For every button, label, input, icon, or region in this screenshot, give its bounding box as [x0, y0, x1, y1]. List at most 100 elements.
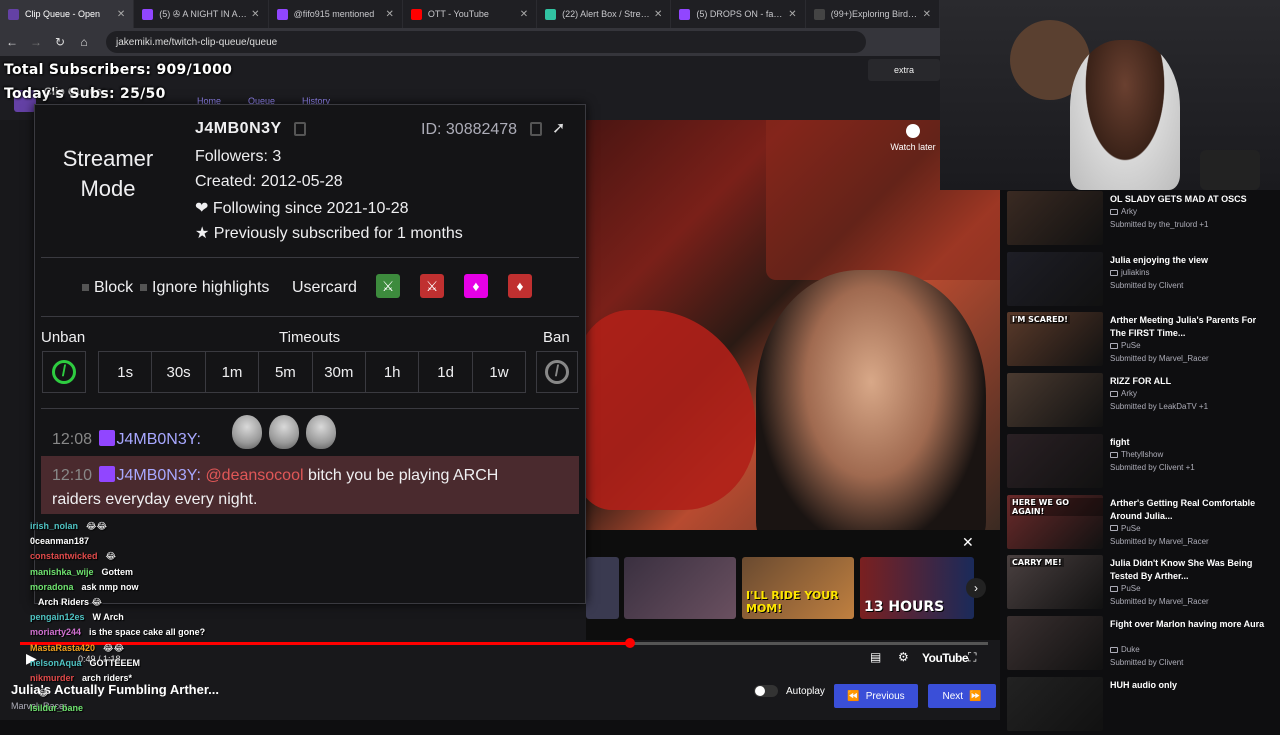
browser-tab[interactable]: OTT - YouTube ✕	[403, 0, 538, 28]
queue-thumbnail[interactable]	[1007, 251, 1103, 306]
gear-icon[interactable]: ⚙	[898, 650, 909, 664]
fullscreen-icon[interactable]: ⛶	[968, 650, 976, 665]
previous-button[interactable]: ⏪ Previous	[834, 684, 918, 708]
captions-icon[interactable]: ▤	[870, 650, 881, 664]
close-tab-icon[interactable]: ✕	[520, 9, 528, 20]
queue-item[interactable]: RIZZ FOR ALL Arky Submitted by LeakDaTV +1	[1007, 373, 1277, 431]
message-mention[interactable]: @deansocool	[205, 467, 303, 484]
close-tab-icon[interactable]: ✕	[654, 9, 662, 20]
browser-tab[interactable]: (5) ✇ A NIGHT IN AMST ✕	[134, 0, 269, 28]
close-tab-icon[interactable]: ✕	[117, 9, 125, 20]
timeout-button[interactable]: 5m	[258, 351, 313, 393]
queue-item-submitter: Submitted by Clivent	[1110, 657, 1184, 667]
browser-tab[interactable]: Clip Queue - Open ✕	[0, 0, 135, 28]
ignore-highlights-checkbox[interactable]	[140, 284, 147, 292]
unban-button[interactable]: /	[42, 351, 86, 393]
watch-later-label: Watch later	[890, 142, 936, 152]
close-tab-icon[interactable]: ✕	[251, 9, 259, 20]
usercard-link[interactable]: Usercard	[292, 279, 357, 297]
url-field[interactable]: jakemiki.me/twitch-clip-queue/queue	[106, 31, 866, 53]
chevron-right-icon[interactable]: ›	[966, 578, 986, 598]
toggle-knob	[755, 686, 765, 696]
video-player[interactable]	[586, 120, 1000, 530]
queue-item-title[interactable]: HUH audio only	[1110, 679, 1270, 692]
mod-action-green-sword-icon[interactable]: ⚔	[376, 274, 400, 298]
close-icon[interactable]: ✕	[962, 534, 974, 551]
queue-item-title[interactable]: Fight over Marlon having more Aura	[1110, 618, 1270, 631]
ignore-highlights-option[interactable]: Ignore highlights	[140, 279, 269, 297]
queue-thumbnail[interactable]: CARRY ME!	[1007, 555, 1103, 610]
queue-thumbnail[interactable]	[1007, 191, 1103, 245]
timeout-button[interactable]: 1w	[471, 351, 527, 393]
queue-item[interactable]: Fight over Marlon having more Aura Duke Su…	[1007, 615, 1277, 674]
reload-icon[interactable]: ↻	[48, 30, 72, 54]
close-tab-icon[interactable]: ✕	[385, 9, 393, 20]
queue-item-channel: PuSe	[1110, 341, 1141, 350]
timeout-button[interactable]: 1s	[98, 351, 153, 393]
queue-thumbnail[interactable]	[1007, 676, 1103, 731]
queue-item[interactable]: fight Thetyllshow Submitted by Clivent +1	[1007, 433, 1277, 492]
browser-tab[interactable]: (99+)Exploring Bird The ✕	[806, 0, 940, 28]
queue-thumbnail[interactable]: I'M SCARED!	[1007, 312, 1103, 367]
queue-item[interactable]: HERE WE GO AGAIN! Arther's Getting Real C…	[1007, 494, 1277, 553]
timeout-button[interactable]: 30m	[311, 351, 366, 393]
progress-handle[interactable]	[624, 638, 635, 648]
queue-item-title[interactable]: fight	[1110, 436, 1270, 449]
timeout-button[interactable]: 1d	[418, 351, 473, 393]
overlay-chat-line: moriarty244 is the space cake all gone?	[30, 627, 205, 637]
twitch-badge-icon	[98, 430, 115, 446]
block-checkbox[interactable]	[82, 284, 89, 292]
thumbnail-caption: HERE WE GO AGAIN!	[1010, 497, 1103, 516]
queue-item-title[interactable]: Julia Didn't Know She Was Being Tested B…	[1110, 557, 1270, 583]
mod-action-gem-icon[interactable]: ♦	[464, 274, 488, 298]
timeout-button[interactable]: 1h	[365, 351, 420, 393]
close-tab-icon[interactable]: ✕	[923, 9, 931, 20]
related-video[interactable]: I'LL RIDE YOUR MOM!	[742, 557, 854, 619]
block-option[interactable]: Block	[82, 279, 133, 297]
queue-item[interactable]: Julia enjoying the view juliakins Submitte…	[1007, 251, 1277, 310]
queue-item-title[interactable]: Arther's Getting Real Comfortable Around…	[1110, 497, 1270, 523]
next-button[interactable]: Next ⏩	[928, 684, 996, 708]
home-icon[interactable]: ⌂	[72, 30, 96, 54]
related-video[interactable]	[586, 557, 619, 619]
channel-name: Arky	[1121, 207, 1137, 216]
timeout-button[interactable]: 30s	[151, 351, 206, 393]
mod-action-red-gem-icon[interactable]: ♦	[508, 274, 532, 298]
queue-item-title[interactable]: OL SLADY GETS MAD AT OSCS	[1110, 193, 1270, 206]
queue-thumbnail[interactable]	[1007, 433, 1103, 488]
browser-tab[interactable]: (5) DROPS ON - fat - Twi ✕	[671, 0, 806, 28]
watch-later-button[interactable]: Watch later	[886, 124, 940, 152]
mod-action-red-sword-icon[interactable]: ⚔	[420, 274, 444, 298]
queue-thumbnail[interactable]	[1007, 373, 1103, 428]
browser-tab[interactable]: @fifo915 mentioned ✕	[269, 0, 403, 28]
queue-item-title[interactable]: RIZZ FOR ALL	[1110, 375, 1270, 388]
pin-icon[interactable]: ➚	[552, 118, 565, 138]
forward-icon[interactable]: →	[24, 30, 48, 54]
usercard-username[interactable]: J4MB0N3Y	[195, 120, 282, 138]
queue-item[interactable]: OL SLADY GETS MAD AT OSCS Arky Submitted b…	[1007, 191, 1277, 249]
streamer-mode-label: Streamer Mode	[62, 146, 154, 201]
youtube-logo[interactable]: YouTube	[922, 651, 969, 665]
queue-thumbnail[interactable]: HERE WE GO AGAIN!	[1007, 494, 1103, 549]
timeout-button[interactable]: 1m	[204, 351, 260, 393]
related-video[interactable]: 13 HOURS	[860, 557, 974, 619]
browser-tab[interactable]: (22) Alert Box / Streamlab ✕	[537, 0, 672, 28]
queue-item[interactable]: HUH audio only	[1007, 676, 1277, 735]
copy-username-icon[interactable]	[294, 122, 306, 136]
related-video[interactable]	[624, 557, 736, 619]
close-tab-icon[interactable]: ✕	[788, 9, 796, 20]
overlay-chat-line: irish_nolan 😂😂	[30, 521, 107, 532]
usercard-created: Created: 2012-05-28	[195, 173, 343, 190]
queue-item[interactable]: CARRY ME! Julia Didn't Know She Was Being…	[1007, 555, 1277, 613]
queue-thumbnail[interactable]	[1007, 615, 1103, 670]
back-icon[interactable]: ←	[0, 30, 24, 54]
message-username[interactable]: J4MB0N3Y:	[117, 431, 201, 448]
queue-item-title[interactable]: Arther Meeting Julia's Parents For The F…	[1110, 314, 1270, 340]
queue-item-title[interactable]: Julia enjoying the view	[1110, 254, 1270, 267]
extra-button[interactable]: extra	[868, 59, 940, 81]
copy-id-icon[interactable]	[530, 122, 542, 136]
autoplay-toggle[interactable]	[754, 685, 778, 697]
ban-button[interactable]: /	[536, 351, 578, 393]
queue-item[interactable]: I'M SCARED! Arther Meeting Julia's Parent…	[1007, 312, 1277, 370]
message-username[interactable]: J4MB0N3Y:	[117, 467, 201, 484]
